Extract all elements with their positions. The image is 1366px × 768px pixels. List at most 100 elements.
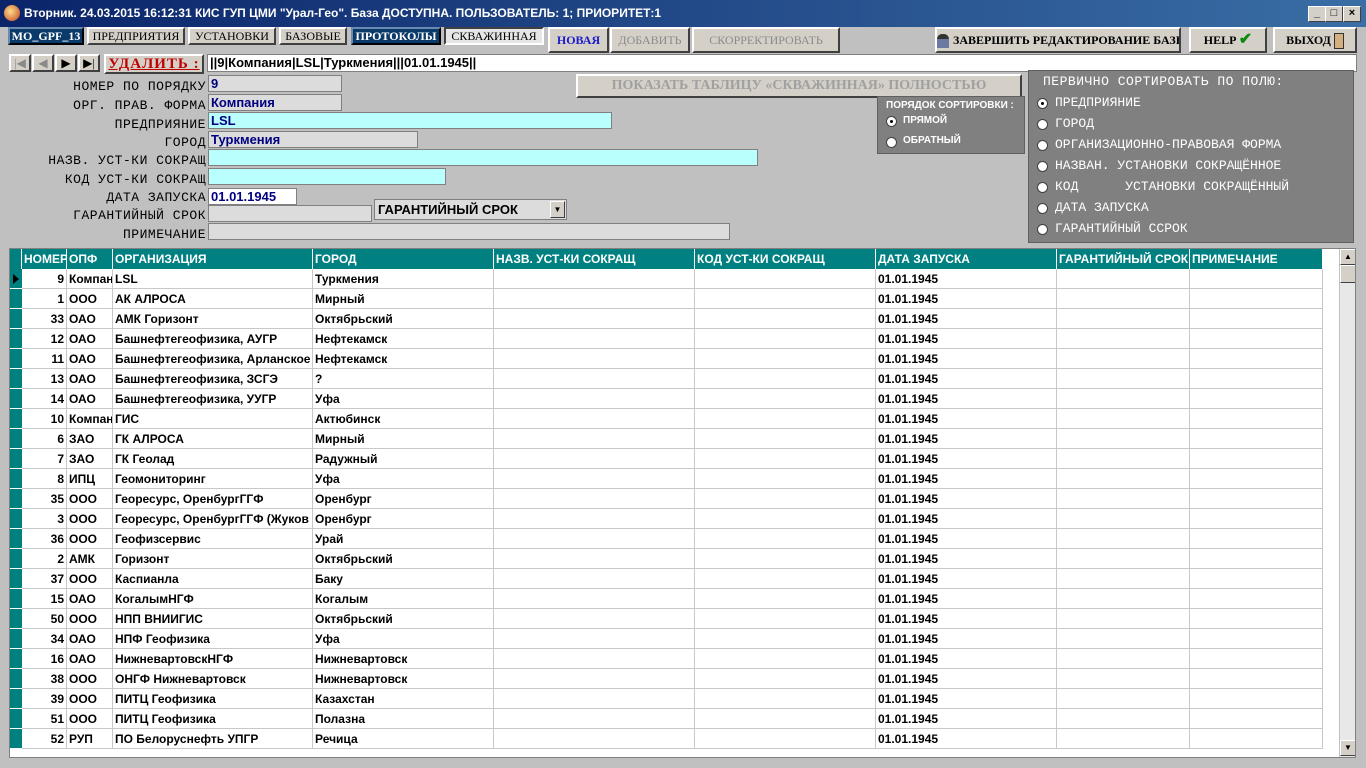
row-selector[interactable] — [10, 649, 22, 669]
table-cell[interactable] — [1057, 369, 1190, 389]
scroll-down-icon[interactable]: ▼ — [1340, 740, 1355, 756]
table-cell[interactable] — [1057, 289, 1190, 309]
table-cell[interactable]: 01.01.1945 — [876, 449, 1057, 469]
table-cell[interactable]: ГК АЛРОСА — [113, 429, 313, 449]
table-cell[interactable]: Горизонт — [113, 549, 313, 569]
help-button[interactable]: HELP ✔ — [1189, 27, 1267, 53]
table-cell[interactable] — [1057, 349, 1190, 369]
warranty-select[interactable]: ГАРАНТИЙНЫЙ СРОК ▼ — [374, 199, 567, 220]
table-cell[interactable]: 52 — [22, 729, 67, 749]
table-cell[interactable]: Компания — [67, 409, 113, 429]
tab-enterprises[interactable]: ПРЕДПРИЯТИЯ — [87, 27, 185, 45]
table-cell[interactable]: 01.01.1945 — [876, 389, 1057, 409]
table-cell[interactable]: НижневартовскНГФ — [113, 649, 313, 669]
table-cell[interactable]: ООО — [67, 689, 113, 709]
table-cell[interactable]: Мирный — [313, 429, 494, 449]
table-cell[interactable]: LSL — [113, 269, 313, 289]
table-cell[interactable] — [1057, 389, 1190, 409]
table-cell[interactable] — [695, 489, 876, 509]
table-cell[interactable]: Нижневартовск — [313, 669, 494, 689]
table-cell[interactable] — [494, 269, 695, 289]
table-cell[interactable]: Актюбинск — [313, 409, 494, 429]
table-cell[interactable] — [1190, 409, 1323, 429]
table-cell[interactable] — [494, 469, 695, 489]
table-row[interactable]: 16 ОАО НижневартовскНГФ Нижневартовск 01.01.… — [10, 649, 1328, 669]
table-cell[interactable]: Нефтекамск — [313, 329, 494, 349]
table-cell[interactable]: 01.01.1945 — [876, 649, 1057, 669]
table-cell[interactable]: ПИТЦ Геофизика — [113, 689, 313, 709]
table-cell[interactable]: 38 — [22, 669, 67, 689]
table-cell[interactable] — [494, 489, 695, 509]
tab-well[interactable]: СКВАЖИННАЯ — [444, 27, 544, 45]
table-cell[interactable]: 01.01.1945 — [876, 469, 1057, 489]
table-cell[interactable] — [1190, 289, 1323, 309]
column-header[interactable]: ПРИМЕЧАНИЕ — [1190, 249, 1323, 269]
table-cell[interactable] — [1190, 309, 1323, 329]
table-cell[interactable]: Мирный — [313, 289, 494, 309]
table-cell[interactable]: 39 — [22, 689, 67, 709]
table-cell[interactable] — [695, 669, 876, 689]
tab-installations[interactable]: УСТАНОВКИ — [188, 27, 276, 45]
table-cell[interactable]: 01.01.1945 — [876, 409, 1057, 429]
table-cell[interactable]: 01.01.1945 — [876, 729, 1057, 749]
column-header[interactable]: ГАРАНТИЙНЫЙ СРОК — [1057, 249, 1190, 269]
table-cell[interactable] — [695, 329, 876, 349]
add-button[interactable]: ДОБАВИТЬ — [610, 27, 690, 53]
table-cell[interactable]: ОАО — [67, 589, 113, 609]
table-cell[interactable] — [494, 589, 695, 609]
table-cell[interactable]: 01.01.1945 — [876, 329, 1057, 349]
table-cell[interactable] — [494, 529, 695, 549]
table-row[interactable]: 9КомпанияLSLТуркмения 01.01.1945 — [10, 269, 1328, 289]
table-cell[interactable] — [695, 649, 876, 669]
table-cell[interactable] — [695, 469, 876, 489]
table-row[interactable]: 33 ОАО АМК Горизонт Октябрьский 01.01.1945 — [10, 309, 1328, 329]
table-cell[interactable] — [494, 729, 695, 749]
table-cell[interactable]: 01.01.1945 — [876, 429, 1057, 449]
table-cell[interactable] — [494, 389, 695, 409]
table-cell[interactable] — [1057, 469, 1190, 489]
table-cell[interactable]: Казахстан — [313, 689, 494, 709]
table-cell[interactable]: РУП — [67, 729, 113, 749]
table-row[interactable]: 35 ООО Георесурс, ОренбургГГФ Оренбург 01.01… — [10, 489, 1328, 509]
column-header[interactable]: НАЗВ. УСТ-КИ СОКРАЩ — [494, 249, 695, 269]
close-button[interactable]: × — [1343, 6, 1361, 22]
row-selector[interactable] — [10, 289, 22, 309]
table-cell[interactable]: ОАО — [67, 349, 113, 369]
table-cell[interactable] — [695, 349, 876, 369]
table-row[interactable]: 8 ИПЦ Геомониторинг Уфа 01.01.1945 — [10, 469, 1328, 489]
table-cell[interactable] — [494, 609, 695, 629]
table-cell[interactable] — [1057, 649, 1190, 669]
table-row[interactable]: 10КомпанияГИСАктюбинск 01.01.1945 — [10, 409, 1328, 429]
scroll-up-icon[interactable]: ▲ — [1340, 249, 1355, 265]
prev-record-button[interactable]: ◀ — [32, 54, 54, 72]
tab-protocols[interactable]: ПРОТОКОЛЫ — [351, 27, 441, 45]
table-cell[interactable]: 13 — [22, 369, 67, 389]
table-cell[interactable] — [1190, 429, 1323, 449]
table-cell[interactable]: ООО — [67, 709, 113, 729]
table-cell[interactable] — [494, 649, 695, 669]
table-cell[interactable]: ОАО — [67, 389, 113, 409]
table-cell[interactable] — [1057, 549, 1190, 569]
table-row[interactable]: 38 ООО ОНГФ Нижневартовск Нижневартовск 01.0… — [10, 669, 1328, 689]
install-name-field[interactable] — [208, 149, 758, 166]
table-cell[interactable] — [1057, 609, 1190, 629]
table-cell[interactable] — [1190, 689, 1323, 709]
table-cell[interactable] — [1190, 329, 1323, 349]
table-cell[interactable]: ? — [313, 369, 494, 389]
sort-field-radio-6[interactable] — [1037, 224, 1048, 235]
table-row[interactable]: 2 АМК Горизонт Октябрьский 01.01.1945 — [10, 549, 1328, 569]
table-row[interactable]: 3 ООО Георесурс, ОренбургГГФ (Жуков Н Оренб… — [10, 509, 1328, 529]
sort-field-radio-0[interactable] — [1037, 98, 1048, 109]
table-cell[interactable] — [494, 709, 695, 729]
table-cell[interactable]: Туркмения — [313, 269, 494, 289]
table-cell[interactable] — [695, 529, 876, 549]
table-cell[interactable] — [494, 449, 695, 469]
table-cell[interactable]: Нижневартовск — [313, 649, 494, 669]
table-cell[interactable]: Оренбург — [313, 509, 494, 529]
table-cell[interactable]: 01.01.1945 — [876, 489, 1057, 509]
table-cell[interactable] — [1190, 649, 1323, 669]
table-cell[interactable]: Геофизсервис — [113, 529, 313, 549]
table-cell[interactable]: Геомониторинг — [113, 469, 313, 489]
table-cell[interactable] — [1057, 669, 1190, 689]
table-cell[interactable] — [695, 549, 876, 569]
